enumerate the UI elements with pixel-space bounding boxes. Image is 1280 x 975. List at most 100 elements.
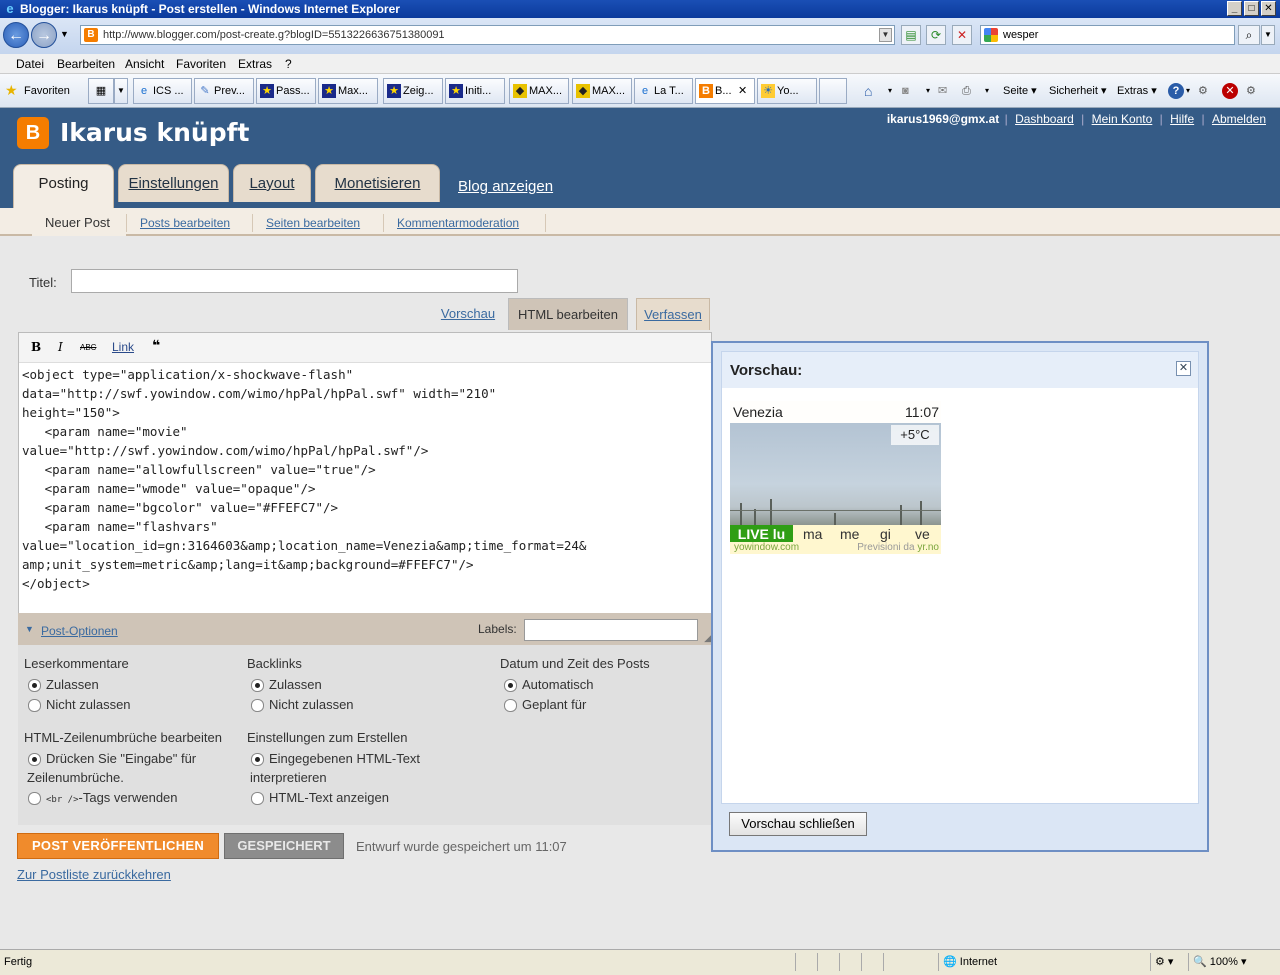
close-window-button[interactable]: ✕ — [1261, 1, 1276, 16]
day-ve[interactable]: ve — [915, 525, 930, 543]
addon-icon[interactable]: ⚙ — [1246, 82, 1256, 100]
tab-initi[interactable]: ★ Initi... — [445, 78, 505, 104]
day-gi[interactable]: gi — [880, 525, 891, 543]
home-icon[interactable]: ⌂ — [864, 82, 872, 100]
backlinks-allow-radio[interactable]: Zulassen — [247, 677, 322, 692]
feeds-dropdown-icon[interactable]: ▾ — [926, 82, 930, 100]
help-icon[interactable]: ? — [1168, 83, 1184, 99]
link-mein-konto[interactable]: Mein Konto — [1092, 112, 1153, 126]
mode-html-bearbeiten[interactable]: HTML bearbeiten — [508, 298, 628, 330]
tab-monetisieren[interactable]: Monetisieren — [315, 164, 440, 202]
tab-zeig[interactable]: ★ Zeig... — [383, 78, 443, 104]
bold-icon[interactable]: B — [31, 340, 41, 354]
feeds-icon[interactable]: ◙ — [902, 82, 909, 100]
quick-tabs-icon[interactable]: ▦ — [88, 78, 114, 104]
post-options-toggle[interactable]: Post-Optionen — [41, 624, 118, 638]
tab-blogger-active[interactable]: B B... ✕ — [695, 78, 755, 104]
html-code-textarea[interactable]: <object type="application/x-shockwave-fl… — [22, 365, 710, 593]
subnav-posts-bearbeiten[interactable]: Posts bearbeiten — [140, 216, 230, 230]
link-abmelden[interactable]: Abmelden — [1212, 112, 1266, 126]
italic-icon[interactable]: I — [58, 340, 63, 354]
datetime-auto-radio[interactable]: Automatisch — [500, 677, 594, 692]
tab-list-dropdown-icon[interactable]: ▼ — [114, 78, 128, 104]
url-dropdown-icon[interactable]: ▼ — [879, 28, 892, 42]
subnav-neuer-post[interactable]: Neuer Post — [32, 208, 126, 236]
backlinks-deny-radio[interactable]: Nicht zulassen — [247, 697, 354, 712]
home-dropdown-icon[interactable]: ▾ — [888, 82, 892, 100]
zoom-control[interactable]: 🔍 100% ▾ — [1188, 953, 1276, 971]
search-input[interactable]: wesper — [980, 25, 1235, 45]
subnav-seiten-bearbeiten[interactable]: Seiten bearbeiten — [266, 216, 360, 230]
mode-verfassen[interactable]: Verfassen — [636, 298, 710, 330]
favorites-button[interactable]: Favoriten — [24, 82, 70, 100]
mail-icon[interactable]: ✉ — [938, 82, 947, 100]
menu-datei[interactable]: Datei — [16, 54, 44, 74]
link-button[interactable]: Link — [112, 340, 134, 354]
security-menu[interactable]: Sicherheit ▾ — [1049, 82, 1107, 100]
back-button[interactable]: ← — [3, 22, 29, 48]
menu-favoriten[interactable]: Favoriten — [176, 54, 226, 74]
close-tab-icon[interactable]: ✕ — [738, 79, 747, 103]
search-icon[interactable]: ⌕ — [1238, 25, 1260, 45]
research-icon[interactable]: ⚙ — [1198, 82, 1208, 100]
tab-yo[interactable]: ☀ Yo... — [757, 78, 817, 104]
history-dropdown-icon[interactable]: ▼ — [60, 29, 69, 39]
tab-pass[interactable]: ★ Pass... — [256, 78, 316, 104]
tab-max1[interactable]: ★ Max... — [318, 78, 378, 104]
tab-max2[interactable]: ◆ MAX... — [509, 78, 569, 104]
linebreaks-enter-radio[interactable]: Drücken Sie "Eingabe" für — [24, 751, 196, 766]
help-dropdown-icon[interactable]: ▾ — [1186, 82, 1190, 100]
close-preview-button[interactable]: Vorschau schließen — [729, 812, 867, 836]
labels-input[interactable] — [524, 619, 698, 641]
tab-ics[interactable]: e ICS ... — [133, 78, 192, 104]
yrno-link[interactable]: yr.no — [917, 542, 939, 553]
stop-icon[interactable]: ✕ — [952, 25, 972, 45]
expand-triangle-icon[interactable]: ▼ — [25, 624, 34, 634]
compose-interpret-radio[interactable]: Eingegebenen HTML-Text — [247, 751, 420, 766]
comments-deny-radio[interactable]: Nicht zulassen — [24, 697, 131, 712]
tools-menu[interactable]: Extras ▾ — [1117, 82, 1157, 100]
comments-allow-radio[interactable]: Zulassen — [24, 677, 99, 692]
zone-indicator[interactable]: 🌐 Internet — [938, 953, 1148, 971]
saved-button[interactable]: GESPEICHERT — [224, 833, 344, 859]
menu-ansicht[interactable]: Ansicht — [125, 54, 164, 74]
tab-max3[interactable]: ◆ MAX... — [572, 78, 632, 104]
back-to-posts-link[interactable]: Zur Postliste zurückkehren — [17, 867, 171, 882]
maximize-button[interactable]: □ — [1244, 1, 1259, 16]
title-input[interactable] — [71, 269, 518, 293]
tab-layout[interactable]: Layout — [233, 164, 311, 202]
protected-mode-icon[interactable]: ⚙ ▾ — [1150, 953, 1186, 971]
yowindow-link[interactable]: yowindow.com — [734, 542, 799, 554]
compat-view-icon[interactable]: ▤ — [901, 25, 921, 45]
menu-extras[interactable]: Extras — [238, 54, 272, 74]
menu-help[interactable]: ? — [285, 54, 292, 74]
link-hilfe[interactable]: Hilfe — [1170, 112, 1194, 126]
datetime-scheduled-radio[interactable]: Geplant für — [500, 697, 586, 712]
tab-posting[interactable]: Posting — [13, 164, 114, 208]
forward-button[interactable]: → — [31, 22, 57, 48]
search-dropdown-icon[interactable]: ▼ — [1261, 25, 1275, 45]
menu-bearbeiten[interactable]: Bearbeiten — [57, 54, 115, 74]
mode-vorschau[interactable]: Vorschau — [440, 298, 496, 330]
new-tab-button[interactable] — [819, 78, 847, 104]
spellcheck-icon[interactable]: ABC — [80, 343, 96, 352]
minimize-button[interactable]: _ — [1227, 1, 1242, 16]
print-icon[interactable]: ⎙ — [962, 82, 971, 100]
close-icon[interactable]: ✕ — [1176, 361, 1191, 376]
tab-prev[interactable]: ✎ Prev... — [194, 78, 254, 104]
refresh-icon[interactable]: ⟳ — [926, 25, 946, 45]
publish-button[interactable]: POST VERÖFFENTLICHEN — [17, 833, 219, 859]
page-menu[interactable]: Seite ▾ — [1003, 82, 1037, 100]
weather-widget[interactable]: Venezia 11:07 +5°C LIVE lu ma me gi ve y… — [730, 401, 941, 554]
block-icon[interactable]: ✕ — [1222, 83, 1238, 99]
live-day[interactable]: LIVE lu — [730, 525, 793, 543]
tab-la[interactable]: e La T... — [634, 78, 693, 104]
html-editor[interactable]: B I ABC Link ❝ <object type="application… — [18, 332, 712, 622]
day-ma[interactable]: ma — [803, 525, 822, 543]
link-dashboard[interactable]: Dashboard — [1015, 112, 1074, 126]
day-me[interactable]: me — [840, 525, 859, 543]
blockquote-icon[interactable]: ❝ — [152, 337, 160, 354]
linebreaks-br-radio[interactable]: <br />-Tags verwenden — [24, 790, 178, 805]
view-blog-link[interactable]: Blog anzeigen — [458, 178, 553, 195]
subnav-kommentarmoderation[interactable]: Kommentarmoderation — [397, 216, 519, 230]
